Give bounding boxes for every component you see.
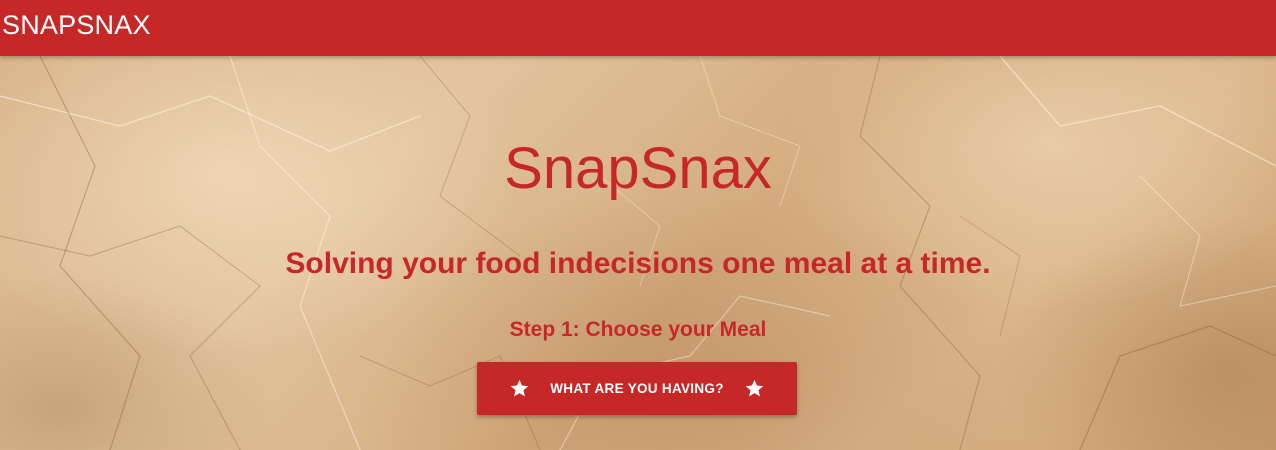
hero-title: SnapSnax xyxy=(504,136,772,201)
step-heading: Step 1: Choose your Meal xyxy=(509,318,767,341)
brand-logo-link[interactable]: SNAPSNAX xyxy=(2,9,151,41)
star-icon xyxy=(745,379,764,397)
hero-section: SnapSnax Solving your food indecisions o… xyxy=(0,56,1276,450)
top-navbar: SNAPSNAX xyxy=(0,0,1276,56)
what-are-you-having-button[interactable]: WHAT ARE YOU HAVING? xyxy=(477,362,797,415)
hero-tagline: Solving your food indecisions one meal a… xyxy=(285,247,991,280)
